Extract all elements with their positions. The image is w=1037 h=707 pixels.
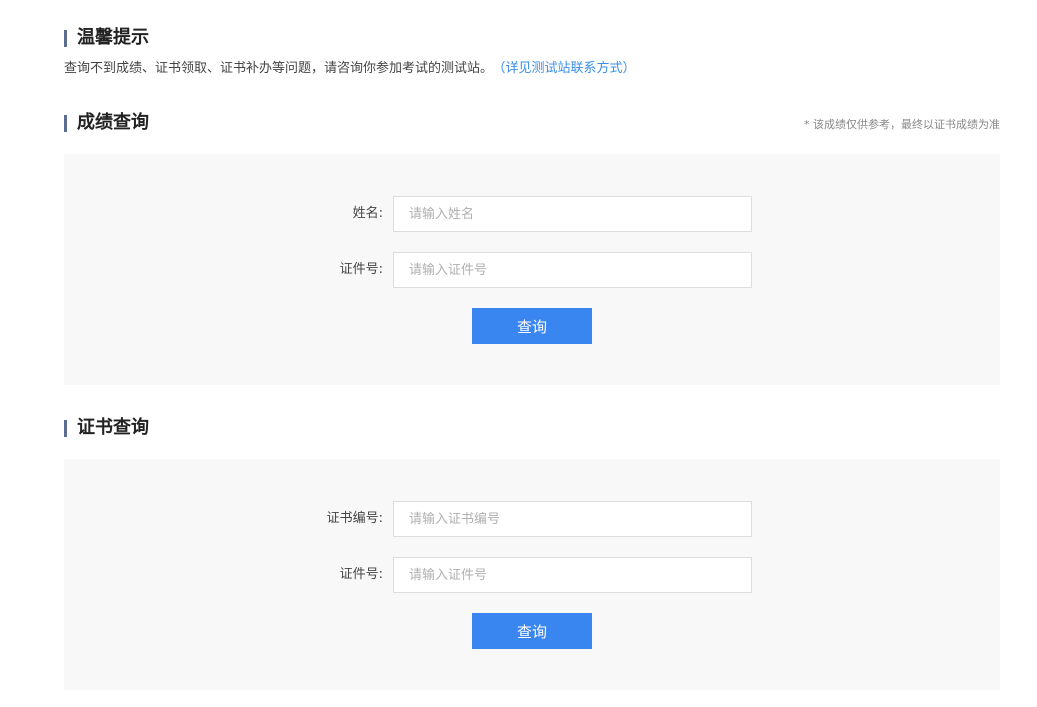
id-number-row: 证件号: [64, 252, 1000, 288]
title-accent-bar [64, 114, 67, 132]
score-query-panel: 姓名: 证件号: 查询 [64, 154, 1000, 385]
cert-number-input[interactable] [393, 501, 752, 537]
tips-message: 查询不到成绩、证书领取、证书补办等问题，请咨询你参加考试的测试站。 （详见测试站联… [64, 60, 636, 78]
tips-text: 查询不到成绩、证书领取、证书补办等问题，请咨询你参加考试的测试站。 [64, 61, 494, 76]
name-input[interactable] [393, 196, 752, 232]
title-accent-bar [64, 419, 67, 437]
score-disclaimer: * 该成绩仅供参考，最终以证书成绩为准 [804, 118, 1000, 131]
score-query-button[interactable]: 查询 [472, 308, 592, 344]
id-number-input[interactable] [393, 252, 752, 288]
cert-query-title: 证书查询 [77, 417, 149, 438]
title-accent-bar [64, 29, 67, 47]
tips-title: 温馨提示 [77, 27, 149, 48]
cert-query-panel: 证书编号: 证件号: 查询 [64, 459, 1000, 690]
score-query-header: 成绩查询 [64, 113, 149, 133]
id-number-label: 证件号: [339, 262, 383, 277]
name-label: 姓名: [352, 206, 383, 221]
name-row: 姓名: [64, 196, 1000, 232]
cert-id-number-row: 证件号: [64, 557, 1000, 593]
test-station-contact-link[interactable]: （详见测试站联系方式） [499, 61, 636, 76]
tips-header: 温馨提示 [64, 28, 149, 48]
cert-query-header: 证书查询 [64, 418, 149, 438]
cert-query-button[interactable]: 查询 [472, 613, 592, 649]
cert-id-number-label: 证件号: [339, 567, 383, 582]
cert-number-label: 证书编号: [326, 511, 383, 526]
cert-id-number-input[interactable] [393, 557, 752, 593]
page: 温馨提示 查询不到成绩、证书领取、证书补办等问题，请咨询你参加考试的测试站。 （详… [0, 0, 1037, 707]
score-query-title: 成绩查询 [77, 112, 149, 133]
cert-number-row: 证书编号: [64, 501, 1000, 537]
